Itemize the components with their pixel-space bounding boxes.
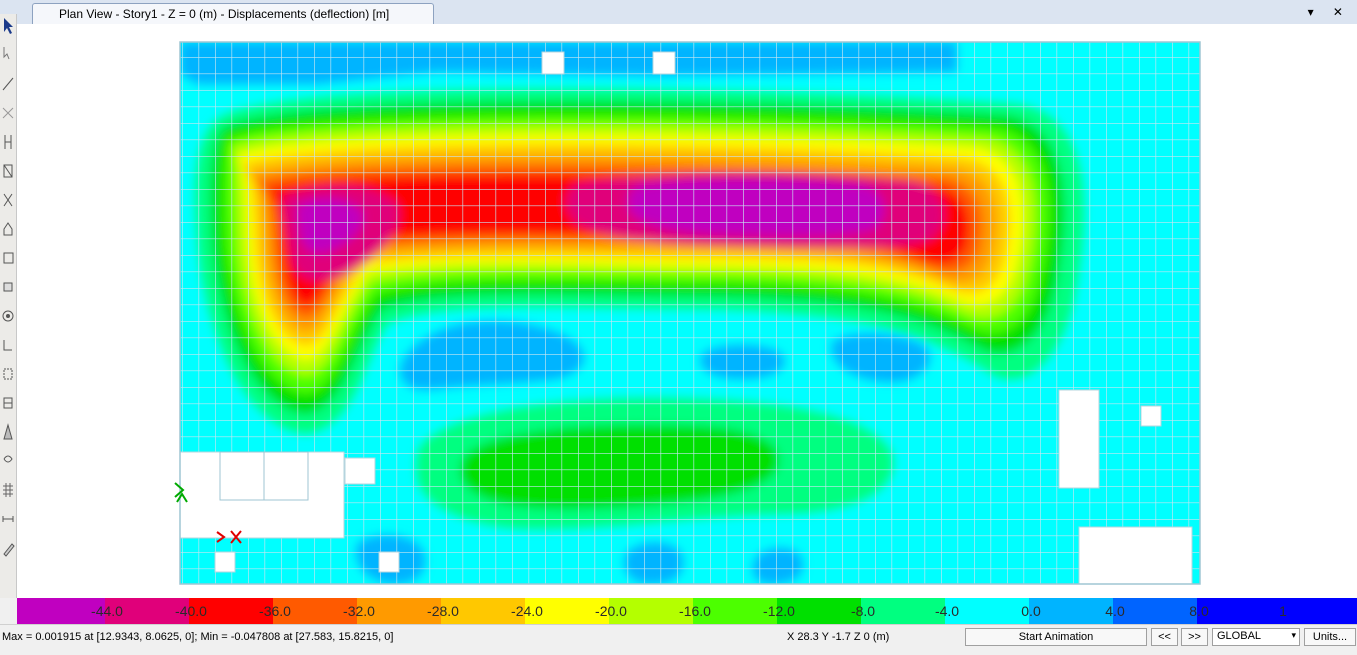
pointer-icon[interactable] bbox=[1, 16, 15, 36]
legend-tick-label: -32.0 bbox=[343, 603, 375, 619]
view-tab-title: Plan View - Story1 - Z = 0 (m) - Displac… bbox=[59, 7, 390, 21]
cursor-coordinates: X 28.3 Y -1.7 Z 0 (m) bbox=[787, 631, 890, 643]
legend-tick-label: 0.0 bbox=[1021, 603, 1041, 619]
legend-band bbox=[1197, 598, 1357, 624]
contour-plot bbox=[174, 41, 1201, 585]
opening bbox=[1140, 405, 1162, 427]
draw-cross-icon[interactable] bbox=[1, 190, 15, 210]
draw-pencil-icon[interactable] bbox=[1, 538, 15, 558]
plan-view-canvas[interactable] bbox=[17, 24, 1357, 598]
draw-area-icon[interactable] bbox=[1, 248, 15, 268]
legend-tick-label: 1 bbox=[1279, 603, 1287, 619]
draw-polygon-icon[interactable] bbox=[1, 219, 15, 239]
draw-frame-icon[interactable] bbox=[1, 103, 15, 123]
opening bbox=[652, 51, 676, 75]
draw-spring-icon[interactable] bbox=[1, 451, 15, 471]
opening bbox=[344, 457, 376, 485]
legend-tick-label: -36.0 bbox=[259, 603, 291, 619]
draw-dim-icon[interactable] bbox=[1, 509, 15, 529]
legend-tick-label: -4.0 bbox=[934, 603, 960, 619]
minmax-readout: Max = 0.001915 at [12.9343, 8.0625, 0]; … bbox=[2, 631, 394, 643]
draw-cone-icon[interactable] bbox=[1, 422, 15, 442]
start-animation-button[interactable]: Start Animation bbox=[965, 628, 1147, 646]
draw-grid-icon[interactable] bbox=[1, 480, 15, 500]
status-bar: Max = 0.001915 at [12.9343, 8.0625, 0]; … bbox=[0, 624, 1357, 655]
coord-system-select[interactable]: GLOBAL ▾ bbox=[1212, 628, 1300, 646]
next-button[interactable]: >> bbox=[1181, 628, 1208, 646]
opening bbox=[541, 51, 565, 75]
title-strip: Plan View - Story1 - Z = 0 (m) - Displac… bbox=[0, 0, 1357, 25]
legend-tick-label: -12.0 bbox=[763, 603, 795, 619]
chevron-down-icon: ▾ bbox=[1291, 630, 1296, 640]
previous-button[interactable]: << bbox=[1151, 628, 1178, 646]
legend-band bbox=[1029, 598, 1113, 624]
legend-tick-label: -16.0 bbox=[679, 603, 711, 619]
legend-tick-label: -44.0 bbox=[91, 603, 123, 619]
draw-circle-icon[interactable] bbox=[1, 306, 15, 326]
legend-tick-label: -20.0 bbox=[595, 603, 627, 619]
view-tab[interactable]: Plan View - Story1 - Z = 0 (m) - Displac… bbox=[32, 3, 434, 24]
draw-brace-icon[interactable] bbox=[1, 161, 15, 181]
draw-rect-icon[interactable] bbox=[1, 277, 15, 297]
draw-section-icon[interactable] bbox=[1, 393, 15, 413]
reshape-icon[interactable] bbox=[1, 45, 15, 65]
displacement-legend: -44.0 -40.0 -36.0 -32.0 -28.0 -24.0 -20.0 -16.0… bbox=[17, 598, 1357, 624]
legend-tick-label: -8.0 bbox=[850, 603, 876, 619]
units-button[interactable]: Units... bbox=[1304, 628, 1356, 646]
legend-tick-label: -28.0 bbox=[427, 603, 459, 619]
opening bbox=[214, 551, 236, 573]
legend-band bbox=[1113, 598, 1197, 624]
legend-tick-label: -40.0 bbox=[175, 603, 207, 619]
legend-tick-label: -24.0 bbox=[511, 603, 543, 619]
opening bbox=[378, 551, 400, 573]
draw-column-icon[interactable] bbox=[1, 132, 15, 152]
draw-line-icon[interactable] bbox=[1, 74, 15, 94]
opening-shaft bbox=[1058, 389, 1100, 489]
legend-tick-label: 4.0 bbox=[1105, 603, 1125, 619]
opening-stair bbox=[179, 451, 345, 539]
draw-wall-icon[interactable] bbox=[1, 335, 15, 355]
legend-tick-label: 8.0 bbox=[1189, 603, 1209, 619]
draw-opening-icon[interactable] bbox=[1, 364, 15, 384]
draw-toolbar bbox=[0, 14, 17, 598]
coord-system-value: GLOBAL bbox=[1217, 630, 1262, 642]
opening-corner bbox=[1078, 526, 1193, 585]
window-controls[interactable]: ▾ ✕ bbox=[1308, 5, 1351, 19]
